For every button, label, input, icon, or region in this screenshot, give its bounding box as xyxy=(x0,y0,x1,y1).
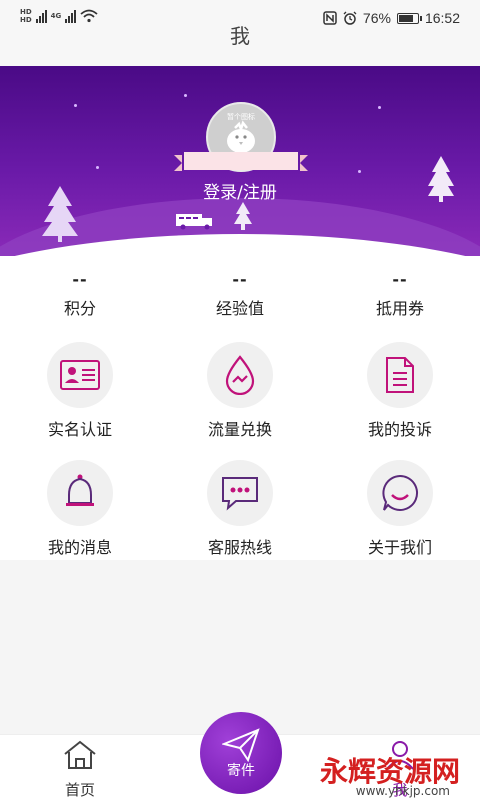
battery-percent: 76% xyxy=(362,10,391,26)
id-card-icon xyxy=(47,342,113,408)
nfc-icon xyxy=(323,11,337,25)
home-icon xyxy=(64,740,96,769)
wifi-icon xyxy=(80,9,98,23)
stat-label: 经验值 xyxy=(215,299,264,318)
tab-label: 首页 xyxy=(64,781,95,799)
network-type: 4G xyxy=(50,12,62,20)
menu-item-messages[interactable]: 我的消息 xyxy=(0,444,160,557)
document-icon xyxy=(367,342,433,408)
menu-grid: 实名认证 流量兑换 我的投诉 我的消息 客服热线 关于我们 xyxy=(0,326,480,560)
clock: 16:52 xyxy=(424,10,460,26)
ribbon-decoration xyxy=(174,152,308,171)
watermark-url: www.yhkjp.com xyxy=(355,784,450,798)
hd-badge: HD HD xyxy=(20,8,32,24)
menu-item-hotline[interactable]: 客服热线 xyxy=(160,444,320,557)
page-title-bar: 我 xyxy=(0,26,480,66)
page-title: 我 xyxy=(230,24,250,48)
star-decoration xyxy=(184,94,187,97)
network-indicators: HD HD 4G xyxy=(20,8,98,24)
menu-label: 我的投诉 xyxy=(367,420,432,439)
star-decoration xyxy=(358,170,361,173)
star-decoration xyxy=(96,166,99,169)
send-package-button[interactable]: 寄件 xyxy=(200,712,282,794)
menu-item-real-name[interactable]: 实名认证 xyxy=(0,326,160,439)
menu-label: 我的消息 xyxy=(47,538,112,557)
signal-icon xyxy=(65,9,77,23)
chat-bubble-icon xyxy=(207,460,273,526)
tab-home[interactable]: 首页 xyxy=(0,735,160,800)
stat-experience[interactable]: -- 经验值 xyxy=(160,256,320,326)
menu-item-complaints[interactable]: 我的投诉 xyxy=(320,326,480,439)
system-indicators: 76% 16:52 xyxy=(323,10,460,26)
star-decoration xyxy=(74,104,77,107)
stat-value: -- xyxy=(72,270,88,289)
truck-icon xyxy=(176,214,212,230)
send-package-label: 寄件 xyxy=(227,763,255,779)
profile-header: 暂个图标 登录/注册 xyxy=(0,66,480,256)
stat-label: 抵用券 xyxy=(375,299,424,318)
battery-icon xyxy=(396,12,422,24)
smile-icon xyxy=(367,460,433,526)
menu-item-about[interactable]: 关于我们 xyxy=(320,444,480,557)
stats-row: -- 积分 -- 经验值 -- 抵用券 xyxy=(0,256,480,326)
menu-item-data-exchange[interactable]: 流量兑换 xyxy=(160,326,320,439)
avatar-caption: 暂个图标 xyxy=(227,113,255,121)
signal-icon xyxy=(35,9,47,23)
data-drop-icon xyxy=(207,342,273,408)
login-register-link[interactable]: 登录/注册 xyxy=(0,178,480,203)
menu-label: 关于我们 xyxy=(367,538,432,557)
tree-icon xyxy=(234,202,252,230)
star-decoration xyxy=(378,106,381,109)
bell-icon xyxy=(47,460,113,526)
alarm-icon xyxy=(343,11,357,25)
menu-label: 客服热线 xyxy=(207,538,272,557)
stat-points[interactable]: -- 积分 xyxy=(0,256,160,326)
chick-mascot-icon xyxy=(227,120,255,153)
stat-label: 积分 xyxy=(63,299,96,318)
stat-vouchers[interactable]: -- 抵用券 xyxy=(320,256,480,326)
menu-label: 流量兑换 xyxy=(207,420,272,439)
stat-value: -- xyxy=(392,270,408,289)
stat-value: -- xyxy=(232,270,248,289)
paper-plane-icon xyxy=(222,728,260,762)
menu-label: 实名认证 xyxy=(47,420,112,439)
